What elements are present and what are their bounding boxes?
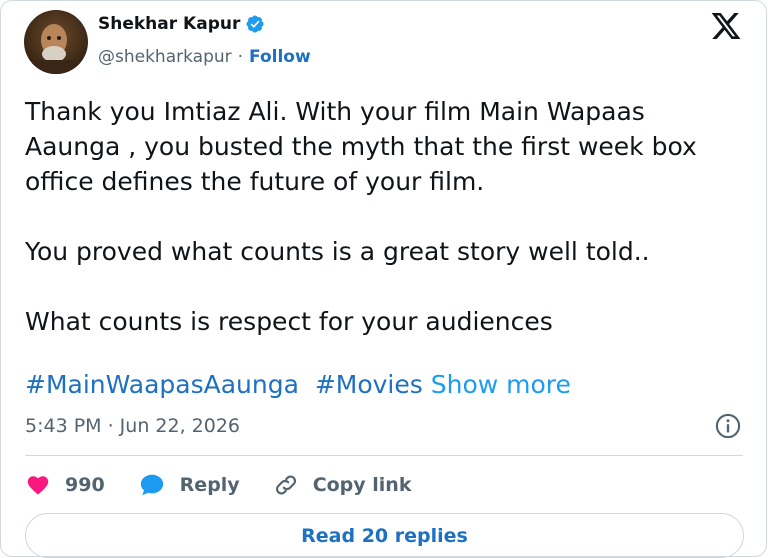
- like-count: 990: [65, 474, 105, 496]
- show-more-link[interactable]: Show more: [431, 370, 571, 399]
- tweet-text: Thank you Imtiaz Ali. With your film Mai…: [25, 94, 725, 339]
- tweet-paragraph: Thank you Imtiaz Ali. With your film Mai…: [25, 97, 697, 196]
- link-icon: [275, 475, 296, 495]
- hashtag-link[interactable]: #Movies: [315, 370, 423, 399]
- tweet-paragraph: What counts is respect for your audience…: [25, 307, 553, 336]
- author-name-row: Shekhar Kapur: [98, 14, 265, 34]
- reply-bubble-icon: [140, 474, 163, 496]
- follow-button[interactable]: Follow: [249, 47, 311, 67]
- timestamp[interactable]: 5:43 PM · Jun 22, 2026: [25, 412, 240, 440]
- reply-button[interactable]: Reply: [138, 472, 240, 498]
- heart-icon: [27, 476, 49, 495]
- copy-link-label: Copy link: [312, 474, 412, 496]
- action-bar: 990 Reply Copy link: [25, 469, 444, 501]
- author-handle[interactable]: @shekharkapur: [98, 47, 232, 67]
- author-handle-row: @shekharkapur · Follow: [98, 47, 311, 67]
- info-icon[interactable]: [714, 412, 742, 440]
- hashtag-row: #MainWaapasAaunga #Movies Show more: [25, 367, 571, 402]
- author-name[interactable]: Shekhar Kapur: [98, 14, 240, 34]
- tweet-card: Shekhar Kapur @shekharkapur · Follow Tha…: [0, 0, 767, 558]
- separator-dot: ·: [237, 47, 244, 67]
- like-button[interactable]: 990: [25, 473, 105, 497]
- hashtag-link[interactable]: #MainWaapasAaunga: [25, 370, 299, 399]
- divider: [25, 455, 743, 456]
- avatar[interactable]: [24, 10, 88, 74]
- x-logo-icon[interactable]: [708, 10, 744, 42]
- read-replies-button[interactable]: Read 20 replies: [25, 513, 744, 558]
- verified-badge-icon: [246, 15, 264, 33]
- tweet-paragraph: You proved what counts is a great story …: [25, 237, 650, 266]
- copy-link-button[interactable]: Copy link: [273, 472, 412, 498]
- reply-label: Reply: [179, 474, 240, 496]
